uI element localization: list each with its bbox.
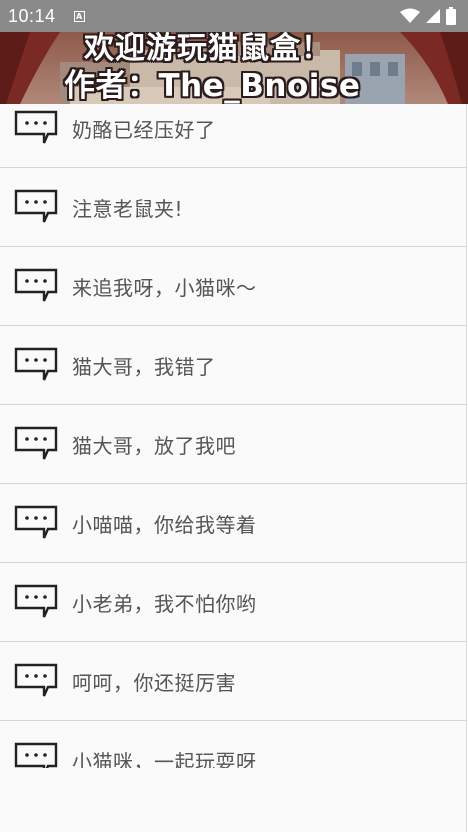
list-item[interactable]: 猫大哥，放了我吧: [0, 405, 466, 484]
chat-bubble-icon: [14, 663, 58, 699]
list-item-label: 猫大哥，放了我吧: [72, 433, 236, 458]
list-item-label: 呵呵，你还挺厉害: [72, 670, 236, 695]
chat-bubble-icon: [14, 347, 58, 383]
list-item[interactable]: 注意老鼠夹!: [0, 168, 466, 247]
welcome-banner: 欢迎游玩猫鼠盒！ 作者：The_Bnoise: [0, 32, 468, 104]
list-item-label: 小老弟，我不怕你哟: [72, 591, 257, 616]
list-item[interactable]: 奶酪已经压好了: [0, 104, 466, 168]
notification-a-icon: A: [73, 10, 85, 22]
chat-bubble-icon: [14, 189, 58, 225]
signal-icon: [426, 9, 440, 23]
list-item-label: 奶酪已经压好了: [72, 117, 216, 142]
battery-icon: [446, 7, 456, 25]
list-item[interactable]: 呵呵，你还挺厉害: [0, 642, 466, 721]
status-time: 10:14: [8, 5, 56, 26]
list-item[interactable]: 小猫咪，一起玩耍呀: [0, 721, 466, 768]
list-item-label: 猫大哥，我错了: [72, 354, 216, 379]
banner-author: 作者：The_Bnoise: [64, 68, 361, 104]
status-icons: [400, 7, 456, 25]
chat-bubble-icon: [14, 426, 58, 462]
banner-title: 欢迎游玩猫鼠盒！: [84, 32, 332, 66]
list-item[interactable]: 来追我呀，小猫咪～: [0, 247, 466, 326]
list-item[interactable]: 小喵喵，你给我等着: [0, 484, 466, 563]
bottom-blank-area: [0, 768, 467, 832]
list-item-label: 小猫咪，一起玩耍呀: [72, 749, 257, 769]
list-item-label: 小喵喵，你给我等着: [72, 512, 257, 537]
chat-bubble-icon: [14, 110, 58, 146]
chat-bubble-icon: [14, 584, 58, 620]
list-item-label: 来追我呀，小猫咪～: [72, 275, 257, 300]
list-item[interactable]: 猫大哥，我错了: [0, 326, 466, 405]
chat-bubble-icon: [14, 505, 58, 541]
list-item[interactable]: 小老弟，我不怕你哟: [0, 563, 466, 642]
list-item-label: 注意老鼠夹!: [72, 196, 184, 221]
chat-bubble-icon: [14, 742, 58, 768]
wifi-icon: [400, 8, 420, 23]
phrase-list[interactable]: 奶酪已经压好了 注意老鼠夹! 来追我呀，小猫咪～ 猫大哥，我错了 猫大哥，放了我吧 小喵喵…: [0, 104, 467, 768]
status-bar: 10:14 A: [0, 0, 468, 32]
chat-bubble-icon: [14, 268, 58, 304]
